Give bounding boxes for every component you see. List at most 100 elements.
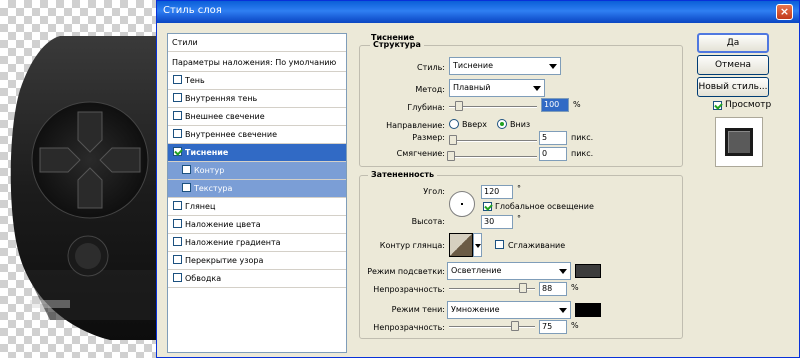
style-item-label: Текстура xyxy=(194,184,233,193)
style-item-label: Внутренняя тень xyxy=(185,94,258,103)
highlight-opacity-input[interactable]: 88 xyxy=(539,282,567,296)
style-item-label: Глянец xyxy=(185,202,216,211)
style-item-label: Обводка xyxy=(185,274,222,283)
shadow-color-swatch[interactable] xyxy=(575,303,601,317)
gloss-contour-preview[interactable] xyxy=(449,233,473,257)
soften-slider-thumb[interactable] xyxy=(447,151,455,161)
inner-shadow-checkbox[interactable] xyxy=(173,93,182,102)
outer-glow-checkbox[interactable] xyxy=(173,111,182,120)
style-item-label: Внутреннее свечение xyxy=(185,130,277,139)
bevel-emboss-checkbox[interactable] xyxy=(173,147,182,156)
preview-thumbnail xyxy=(725,128,753,156)
depth-input[interactable]: 100 xyxy=(541,98,569,112)
highlight-opacity-label: Непрозрачность: xyxy=(373,285,445,294)
altitude-label: Высота: xyxy=(411,217,445,226)
close-button[interactable]: × xyxy=(776,4,793,20)
style-item-label: Тень xyxy=(185,76,205,85)
style-item-outer-glow[interactable]: Внешнее свечение xyxy=(168,108,346,126)
angle-unit: ° xyxy=(517,184,521,193)
style-item-label: Наложение градиента xyxy=(185,238,281,247)
style-select[interactable]: Тиснение xyxy=(449,57,561,75)
antialias-checkbox[interactable] xyxy=(495,240,504,249)
style-item-drop-shadow[interactable]: Тень xyxy=(168,72,346,90)
ok-button[interactable]: Да xyxy=(697,33,769,53)
layer-style-dialog: Стиль слоя × Стили Параметры наложения: … xyxy=(156,0,800,358)
texture-checkbox[interactable] xyxy=(182,183,191,192)
style-select-value: Тиснение xyxy=(453,61,493,70)
style-item-label: Перекрытие узора xyxy=(185,256,264,265)
style-item-bevel-emboss[interactable]: Тиснение xyxy=(168,144,346,162)
style-item-contour[interactable]: Контур xyxy=(168,162,346,180)
soften-slider-track[interactable] xyxy=(449,156,537,158)
soften-label: Смягчение: xyxy=(396,149,445,158)
shadow-mode-label: Режим тени: xyxy=(391,305,445,314)
method-select-value: Плавный xyxy=(453,83,491,92)
chevron-down-icon xyxy=(559,269,567,274)
chevron-down-icon xyxy=(533,86,541,91)
highlight-opacity-slider-thumb[interactable] xyxy=(519,283,527,293)
shadow-mode-value: Умножение xyxy=(451,305,500,314)
style-item-label: Контур xyxy=(194,166,225,175)
style-preview xyxy=(715,117,763,167)
shadow-mode-select[interactable]: Умножение xyxy=(447,301,571,319)
altitude-unit: ° xyxy=(517,214,521,223)
angle-dial[interactable] xyxy=(449,191,475,217)
title-bar: Стиль слоя × xyxy=(157,1,799,23)
drop-shadow-checkbox[interactable] xyxy=(173,75,182,84)
style-item-satin[interactable]: Глянец xyxy=(168,198,346,216)
chevron-down-icon xyxy=(549,64,557,69)
preview-label: Просмотр xyxy=(725,100,772,110)
shadow-opacity-input[interactable]: 75 xyxy=(539,320,567,334)
style-item-pattern-overlay[interactable]: Перекрытие узора xyxy=(168,252,346,270)
antialias-label: Сглаживание xyxy=(508,241,566,250)
contour-checkbox[interactable] xyxy=(182,165,191,174)
depth-slider-thumb[interactable] xyxy=(455,101,463,111)
style-label: Стиль: xyxy=(417,63,445,72)
psp-device-image xyxy=(10,36,160,340)
style-item-inner-glow[interactable]: Внутреннее свечение xyxy=(168,126,346,144)
size-unit: пикс. xyxy=(571,133,594,142)
shadow-opacity-slider-thumb[interactable] xyxy=(511,321,519,331)
global-light-checkbox[interactable] xyxy=(483,202,492,211)
gradient-overlay-checkbox[interactable] xyxy=(173,237,182,246)
angle-input[interactable]: 120 xyxy=(481,185,513,199)
highlight-mode-select[interactable]: Осветление xyxy=(447,262,571,280)
stroke-checkbox[interactable] xyxy=(173,273,182,282)
altitude-input[interactable]: 30 xyxy=(481,215,513,229)
soften-input[interactable]: 0 xyxy=(539,147,567,161)
size-slider-thumb[interactable] xyxy=(449,135,457,145)
soften-unit: пикс. xyxy=(571,149,594,158)
size-label: Размер: xyxy=(412,133,445,142)
direction-up-radio[interactable] xyxy=(449,119,459,129)
highlight-mode-label: Режим подсветки: xyxy=(367,267,445,276)
gloss-contour-label: Контур глянца: xyxy=(379,241,445,250)
style-item-color-overlay[interactable]: Наложение цвета xyxy=(168,216,346,234)
inner-glow-checkbox[interactable] xyxy=(173,129,182,138)
color-overlay-checkbox[interactable] xyxy=(173,219,182,228)
style-item-texture[interactable]: Текстура xyxy=(168,180,346,198)
shadow-opacity-unit: % xyxy=(571,321,579,330)
new-style-button[interactable]: Новый стиль... xyxy=(697,77,769,97)
highlight-mode-value: Осветление xyxy=(451,266,502,275)
direction-down-label: Вниз xyxy=(510,120,531,129)
method-select[interactable]: Плавный xyxy=(449,79,545,97)
styles-list: Стили Параметры наложения: По умолчанию … xyxy=(167,33,347,353)
size-input[interactable]: 5 xyxy=(539,131,567,145)
size-slider-track[interactable] xyxy=(449,140,537,142)
style-item-label: Внешнее свечение xyxy=(185,112,265,121)
style-item-inner-shadow[interactable]: Внутренняя тень xyxy=(168,90,346,108)
blending-options-item[interactable]: Параметры наложения: По умолчанию xyxy=(168,54,346,72)
satin-checkbox[interactable] xyxy=(173,201,182,210)
style-item-label: Наложение цвета xyxy=(185,220,261,229)
direction-down-radio[interactable] xyxy=(497,119,507,129)
cancel-button[interactable]: Отмена xyxy=(697,55,769,75)
style-item-gradient-overlay[interactable]: Наложение градиента xyxy=(168,234,346,252)
styles-header[interactable]: Стили xyxy=(168,34,346,52)
shadow-opacity-slider-track[interactable] xyxy=(449,326,535,328)
highlight-color-swatch[interactable] xyxy=(575,264,601,278)
chevron-down-icon xyxy=(559,308,567,313)
style-item-stroke[interactable]: Обводка xyxy=(168,270,346,288)
pattern-overlay-checkbox[interactable] xyxy=(173,255,182,264)
gloss-contour-dropdown[interactable] xyxy=(473,233,482,257)
preview-checkbox[interactable] xyxy=(713,101,722,110)
